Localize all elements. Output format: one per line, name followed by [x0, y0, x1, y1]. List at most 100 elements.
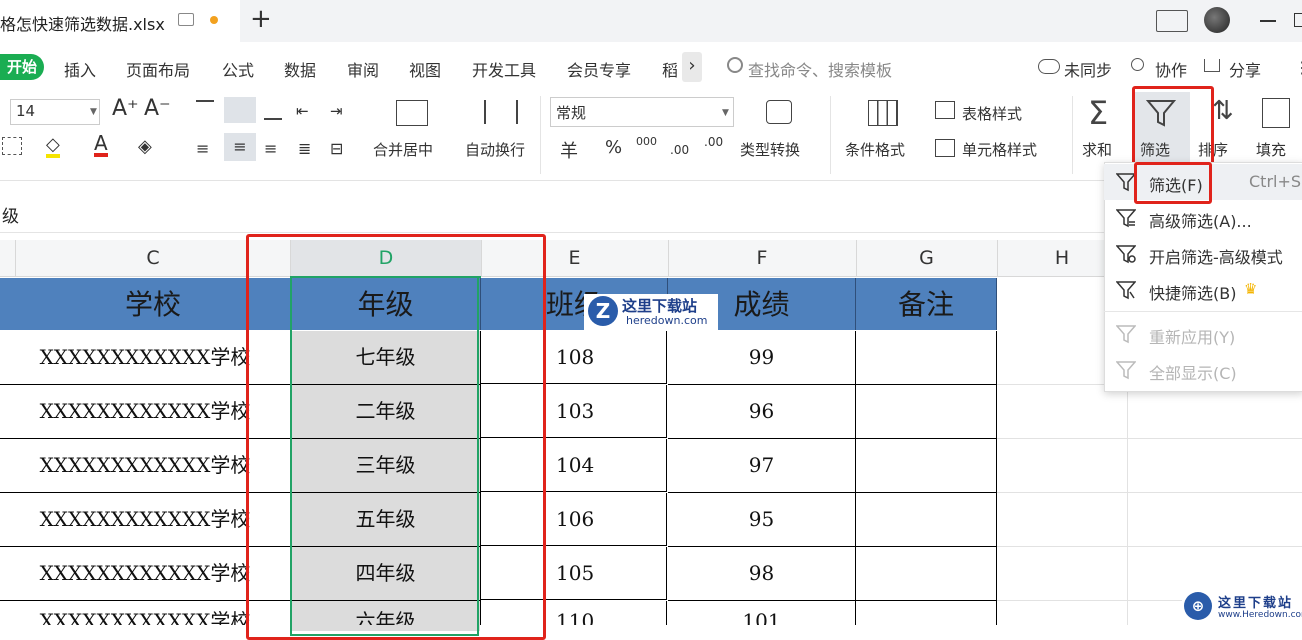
menu-page-layout[interactable]: 页面布局	[126, 57, 190, 81]
cell-remark[interactable]	[856, 493, 997, 547]
indent-decrease-icon[interactable]: ⇤	[296, 102, 309, 120]
fill-button[interactable]: 填充	[1256, 139, 1286, 160]
type-convert-button[interactable]: 类型转换	[740, 139, 800, 160]
ribbon-separator	[830, 96, 831, 174]
collaborate-icon[interactable]	[1131, 58, 1144, 71]
font-color-icon[interactable]: A	[94, 133, 108, 157]
menu-developer[interactable]: 开发工具	[472, 57, 536, 81]
filter-item-highlight-box	[1134, 162, 1212, 204]
cond-format-icon[interactable]	[868, 100, 898, 126]
table-style-icon[interactable]	[935, 101, 955, 119]
cell-score[interactable]: 96	[668, 385, 856, 439]
menu-insert[interactable]: 插入	[64, 57, 96, 81]
justify-icon[interactable]: ≣	[298, 139, 311, 158]
column-divider	[15, 240, 16, 276]
menu-start[interactable]: 开始	[0, 54, 44, 80]
filter-menu-item-advanced[interactable]: 高级筛选(A)...	[1104, 200, 1302, 236]
sum-button[interactable]: 求和	[1082, 139, 1112, 160]
align-bottom-icon[interactable]	[264, 104, 282, 120]
increase-font-icon[interactable]: A⁺	[112, 96, 139, 121]
clear-format-icon[interactable]: ◈	[138, 136, 152, 157]
cell-style-icon[interactable]	[935, 139, 955, 157]
reading-mode-icon[interactable]	[1156, 10, 1188, 32]
table-row: XXXXXXXXXXXX学校 六年级 110 101	[0, 601, 1302, 625]
cloud-sync-icon[interactable]	[1038, 59, 1060, 74]
auto-wrap-button[interactable]: 自动换行	[465, 139, 525, 160]
cell-remark[interactable]	[856, 385, 997, 439]
column-divider	[997, 240, 998, 276]
menu-data[interactable]: 数据	[284, 57, 316, 81]
cell-style-button[interactable]: 单元格样式	[962, 139, 1037, 160]
decimal-decrease-icon[interactable]: .00	[704, 135, 723, 149]
collaborate-button[interactable]: 协作	[1155, 57, 1187, 81]
percent-icon[interactable]: %	[605, 137, 622, 158]
cell-score[interactable]: 101	[668, 601, 856, 625]
font-size-caret-icon: ▼	[90, 107, 97, 117]
cell-score[interactable]: 99	[668, 331, 856, 385]
more-options-icon[interactable]: ⋮	[1294, 58, 1302, 77]
watermark-logo-icon: Z	[588, 296, 618, 326]
header-cell-remark[interactable]: 备注	[856, 278, 997, 330]
crown-icon: ♛	[1244, 280, 1258, 298]
unsynced-label[interactable]: 未同步	[1064, 57, 1112, 81]
auto-wrap-icon[interactable]	[484, 100, 518, 124]
search-input[interactable]: 查找命令、搜索模板	[748, 57, 892, 81]
fill-icon[interactable]	[1262, 98, 1290, 128]
menu-formula[interactable]: 公式	[222, 57, 254, 81]
menu-more-button[interactable]: ›	[682, 52, 702, 82]
thousands-icon[interactable]: 000	[636, 135, 657, 148]
monitor-icon[interactable]	[178, 13, 194, 26]
decimal-increase-icon[interactable]: .00	[670, 143, 689, 157]
show-all-icon	[1116, 361, 1136, 380]
sum-icon[interactable]: Σ	[1088, 94, 1108, 132]
document-name: 格怎快速筛选数据.xlsx	[0, 15, 165, 34]
menu-member[interactable]: 会员专享	[567, 57, 631, 81]
merge-center-button[interactable]: 合并居中	[373, 139, 433, 160]
align-top-icon[interactable]	[196, 100, 214, 116]
border-icon[interactable]	[2, 137, 22, 155]
corner-watermark: ⊕ 这里下载站 www.Heredown.com	[1182, 590, 1302, 625]
quick-filter-label: 快捷筛选(B)	[1149, 284, 1237, 303]
avatar[interactable]	[1204, 7, 1230, 33]
share-button[interactable]: 分享	[1229, 57, 1261, 81]
unsaved-dot-icon	[210, 16, 218, 24]
indent-increase-icon[interactable]: ⇥	[330, 102, 343, 120]
merge-center-icon[interactable]	[396, 100, 428, 126]
filter-menu-item-advanced-mode[interactable]: 开启筛选-高级模式	[1104, 236, 1302, 272]
share-icon[interactable]	[1204, 59, 1220, 72]
align-left-icon[interactable]: ≡	[196, 139, 209, 158]
cell-score[interactable]: 98	[668, 547, 856, 601]
cell-remark[interactable]	[856, 547, 997, 601]
decrease-font-icon[interactable]: A⁻	[144, 96, 171, 121]
filter-menu-item-quick[interactable]: 快捷筛选(B) ♛	[1104, 272, 1302, 308]
fill-color-icon[interactable]: ◇	[46, 136, 60, 158]
distribute-icon[interactable]: ⊟	[330, 139, 343, 158]
maximize-icon[interactable]	[1294, 13, 1302, 27]
column-divider	[856, 240, 857, 276]
cell-score[interactable]: 97	[668, 439, 856, 493]
menu-view[interactable]: 视图	[409, 57, 441, 81]
minimize-icon[interactable]	[1260, 20, 1276, 22]
table-style-button[interactable]: 表格样式	[962, 103, 1022, 124]
number-format-value: 常规	[556, 104, 587, 122]
align-right-icon[interactable]: ≡	[264, 139, 277, 158]
cond-format-button[interactable]: 条件格式	[845, 139, 905, 160]
column-header-g[interactable]: G	[856, 240, 997, 276]
menu-review[interactable]: 审阅	[347, 57, 379, 81]
cell-remark[interactable]	[856, 439, 997, 493]
type-convert-icon[interactable]	[766, 100, 792, 124]
menu-divider	[1104, 311, 1302, 312]
cell-remark[interactable]	[856, 331, 997, 385]
filter-icon	[1116, 173, 1136, 192]
sort-icon[interactable]: ⇅	[1212, 96, 1234, 126]
column-header-f[interactable]: F	[668, 240, 856, 276]
column-d-highlight-box	[246, 234, 546, 640]
cell-score[interactable]: 95	[668, 493, 856, 547]
currency-icon[interactable]: 羊	[560, 137, 578, 163]
new-tab-button[interactable]: +	[250, 4, 272, 34]
align-middle-icon[interactable]	[224, 97, 256, 123]
reapply-label: 重新应用(Y)	[1149, 328, 1236, 347]
align-center-icon[interactable]: ≡	[224, 133, 256, 161]
cell-remark[interactable]	[856, 601, 997, 625]
menu-daoke[interactable]: 稻	[662, 57, 678, 81]
